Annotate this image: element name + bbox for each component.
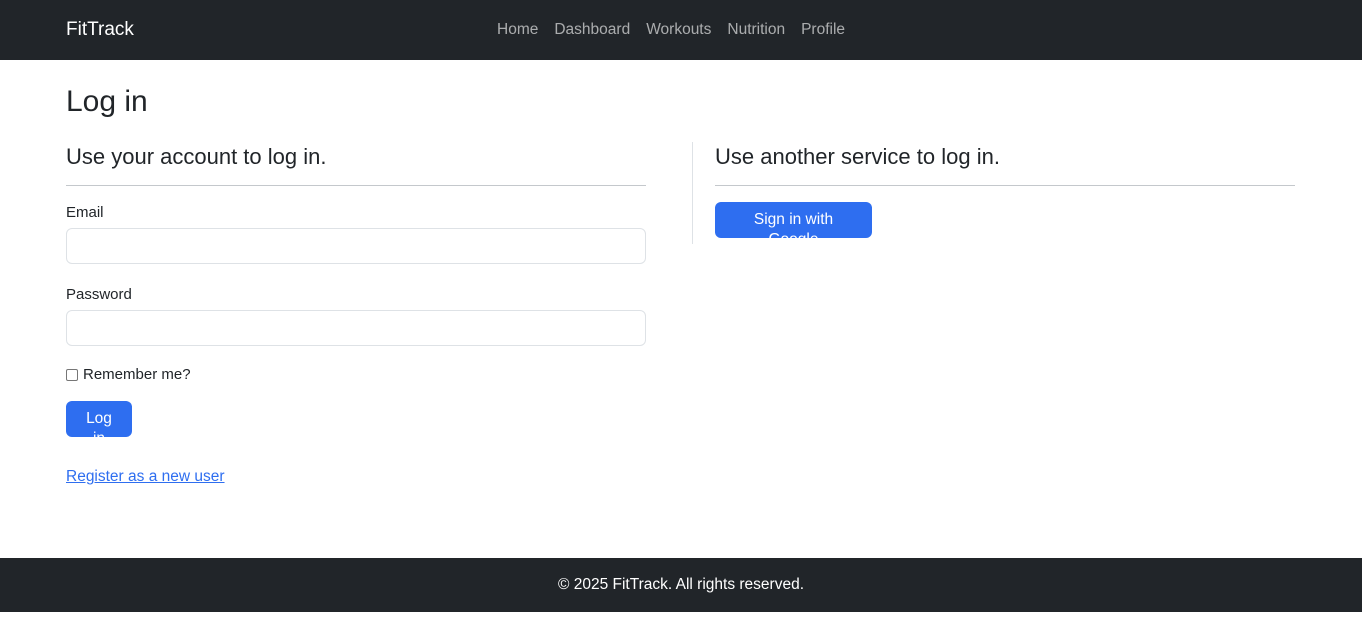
password-field[interactable]	[66, 310, 646, 346]
page-title: Log in	[66, 85, 148, 118]
email-field[interactable]	[66, 228, 646, 264]
page-footer: © 2025 FitTrack. All rights reserved.	[0, 558, 1362, 612]
brand-logo-link[interactable]: FitTrack	[66, 18, 134, 42]
column-divider	[692, 142, 693, 244]
external-login-section: Use another service to log in. Sign in w…	[715, 140, 1295, 249]
external-login-heading: Use another service to log in.	[715, 144, 1000, 169]
remember-me-checkbox[interactable]	[66, 369, 78, 381]
nav-links: Home Dashboard Workouts Nutrition Profil…	[497, 20, 845, 40]
email-label: Email	[66, 204, 104, 221]
log-in-button[interactable]: Log in	[66, 401, 132, 447]
nav-link-workouts[interactable]: Workouts	[646, 20, 711, 40]
remember-me-label[interactable]: Remember me?	[83, 365, 191, 385]
local-login-section: Use your account to log in. Email Passwo…	[66, 140, 646, 487]
password-label: Password	[66, 286, 132, 303]
section-divider	[715, 185, 1295, 186]
remember-me-row: Remember me?	[66, 365, 646, 385]
nav-link-home[interactable]: Home	[497, 20, 538, 40]
nav-link-nutrition[interactable]: Nutrition	[727, 20, 785, 40]
nav-link-dashboard[interactable]: Dashboard	[554, 20, 630, 40]
nav-link-profile[interactable]: Profile	[801, 20, 845, 40]
local-login-heading: Use your account to log in.	[66, 144, 327, 169]
footer-copyright: © 2025 FitTrack. All rights reserved.	[557, 576, 805, 593]
register-link[interactable]: Register as a new user	[66, 467, 646, 487]
sign-in-google-button[interactable]: Sign in with Google	[715, 202, 872, 248]
top-navbar: FitTrack Home Dashboard Workouts Nutriti…	[0, 0, 1362, 60]
section-divider	[66, 185, 646, 186]
